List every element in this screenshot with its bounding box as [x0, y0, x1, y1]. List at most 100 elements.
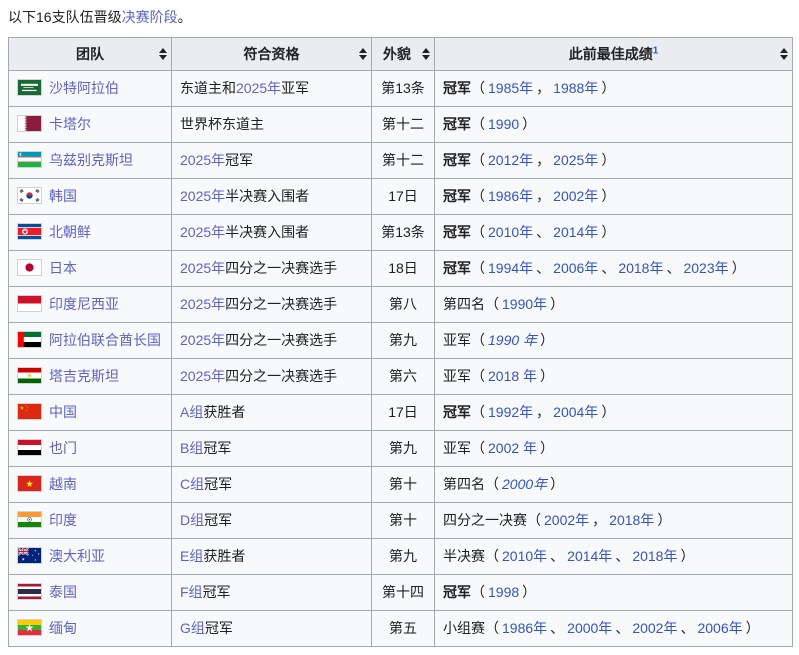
open-paren: （: [485, 548, 499, 564]
team-link[interactable]: 沙特阿拉伯: [49, 80, 119, 96]
year-link[interactable]: 1988年: [553, 80, 598, 96]
appearance-cell: 第六: [372, 359, 435, 395]
team-link[interactable]: 乌兹别克斯坦: [49, 152, 133, 168]
year-link[interactable]: 2002 年: [488, 440, 537, 456]
qualification-cell: D组冠军: [172, 503, 372, 539]
team-link[interactable]: 印度: [49, 512, 77, 528]
vn-flag-icon: [17, 475, 42, 492]
final-stage-link[interactable]: 决赛阶段: [122, 9, 178, 25]
sort-icon[interactable]: [422, 48, 430, 60]
appearance-cell: 第九: [372, 323, 435, 359]
reference-link[interactable]: 1: [653, 45, 659, 56]
sort-icon[interactable]: [159, 48, 167, 60]
year-link[interactable]: 2025年: [553, 152, 598, 168]
year-link[interactable]: 1992年: [488, 404, 533, 420]
qualification-link[interactable]: 2025年: [180, 152, 225, 168]
team-link[interactable]: 塔吉克斯坦: [49, 368, 119, 384]
open-paren: （: [471, 152, 485, 168]
year-link[interactable]: 2006年: [553, 260, 598, 276]
column-header-qualification[interactable]: 符合资格: [172, 38, 372, 71]
team-link[interactable]: 日本: [49, 260, 77, 276]
year-link[interactable]: 2002年: [553, 188, 598, 204]
year-link[interactable]: 2000年: [502, 476, 547, 492]
year-link[interactable]: 2002年: [544, 512, 589, 528]
qualification-link[interactable]: A组: [180, 404, 203, 420]
year-link[interactable]: 2004年: [553, 404, 598, 420]
qualification-link[interactable]: E组: [180, 548, 203, 564]
qualification-text: 冠军: [203, 584, 231, 600]
year-link[interactable]: 2018年: [618, 260, 663, 276]
qualification-cell: 东道主和2025年亚军: [172, 71, 372, 107]
team-link[interactable]: 也门: [49, 440, 77, 456]
team-link[interactable]: 澳大利亚: [49, 548, 105, 564]
best-result-cell: 冠军（1994年、2006年、2018年、2023年）: [435, 251, 793, 287]
qualification-cell: 2025年半决赛入围者: [172, 215, 372, 251]
year-link[interactable]: 1986年: [488, 188, 533, 204]
year-link[interactable]: 2010年: [502, 548, 547, 564]
team-link[interactable]: 泰国: [49, 584, 77, 600]
team-link[interactable]: 阿拉伯联合酋长国: [49, 332, 161, 348]
qualification-text: 冠军: [204, 476, 232, 492]
appearance-cell: 第十: [372, 467, 435, 503]
qualification-link[interactable]: 2025年: [180, 224, 225, 240]
close-paren: ）: [522, 584, 536, 600]
best-result-cell: 小组赛（1986年、2000年、2002年、2006年）: [435, 611, 793, 647]
open-paren: （: [527, 512, 541, 528]
year-link[interactable]: 1990 年: [488, 332, 537, 348]
close-paren: ）: [657, 512, 671, 528]
close-paren: ）: [680, 548, 694, 564]
kr-flag-icon: [17, 187, 42, 204]
year-link[interactable]: 2000年: [567, 620, 612, 636]
qualification-link[interactable]: G组: [180, 620, 205, 636]
best-result-label: 小组赛: [443, 620, 485, 636]
team-link[interactable]: 印度尼西亚: [49, 296, 119, 312]
qualification-link[interactable]: 2025年: [180, 332, 225, 348]
year-separator: 、: [536, 260, 550, 276]
team-link[interactable]: 中国: [49, 404, 77, 420]
year-link[interactable]: 2002年: [632, 620, 677, 636]
qualification-link[interactable]: 2025年: [236, 80, 281, 96]
year-link[interactable]: 2010年: [488, 224, 533, 240]
column-header-team[interactable]: 团队: [9, 38, 172, 71]
sort-icon[interactable]: [780, 48, 788, 60]
year-separator: 、: [615, 620, 629, 636]
qualification-link[interactable]: 2025年: [180, 260, 225, 276]
year-link[interactable]: 2006年: [697, 620, 742, 636]
best-result-cell: 冠军（1990）: [435, 107, 793, 143]
year-link[interactable]: 1994年: [488, 260, 533, 276]
year-link[interactable]: 2018年: [609, 512, 654, 528]
qualification-link[interactable]: F组: [180, 584, 203, 600]
year-link[interactable]: 2014年: [567, 548, 612, 564]
year-link[interactable]: 1986年: [502, 620, 547, 636]
year-link[interactable]: 1998: [488, 584, 519, 600]
sort-icon[interactable]: [359, 48, 367, 60]
qualification-link[interactable]: 2025年: [180, 188, 225, 204]
year-link[interactable]: 1990: [488, 116, 519, 132]
best-result-label: 冠军: [443, 116, 471, 132]
qualification-link[interactable]: C组: [180, 476, 204, 492]
qualification-link[interactable]: B组: [180, 440, 203, 456]
team-link[interactable]: 越南: [49, 476, 77, 492]
column-header-best-result[interactable]: 此前最佳成绩1: [435, 38, 793, 71]
qualification-cell: 2025年冠军: [172, 143, 372, 179]
year-link[interactable]: 2018年: [632, 548, 677, 564]
year-link[interactable]: 2023年: [683, 260, 728, 276]
year-link[interactable]: 1990年: [502, 296, 547, 312]
year-link[interactable]: 2018 年: [488, 368, 537, 384]
qualification-link[interactable]: 2025年: [180, 296, 225, 312]
year-separator: ，: [536, 188, 550, 204]
qualification-link[interactable]: D组: [180, 512, 204, 528]
qualification-cell: B组冠军: [172, 431, 372, 467]
qualification-link[interactable]: 2025年: [180, 368, 225, 384]
year-link[interactable]: 2014年: [553, 224, 598, 240]
team-link[interactable]: 缅甸: [49, 620, 77, 636]
column-header-appearance[interactable]: 外貌: [372, 38, 435, 71]
team-link[interactable]: 北朝鲜: [49, 224, 91, 240]
best-result-label: 第四名: [443, 476, 485, 492]
year-link[interactable]: 2012年: [488, 152, 533, 168]
team-link[interactable]: 韩国: [49, 188, 77, 204]
appearance-cell: 第13条: [372, 215, 435, 251]
team-link[interactable]: 卡塔尔: [49, 116, 91, 132]
year-link[interactable]: 1985年: [488, 80, 533, 96]
close-paren: ）: [522, 116, 536, 132]
